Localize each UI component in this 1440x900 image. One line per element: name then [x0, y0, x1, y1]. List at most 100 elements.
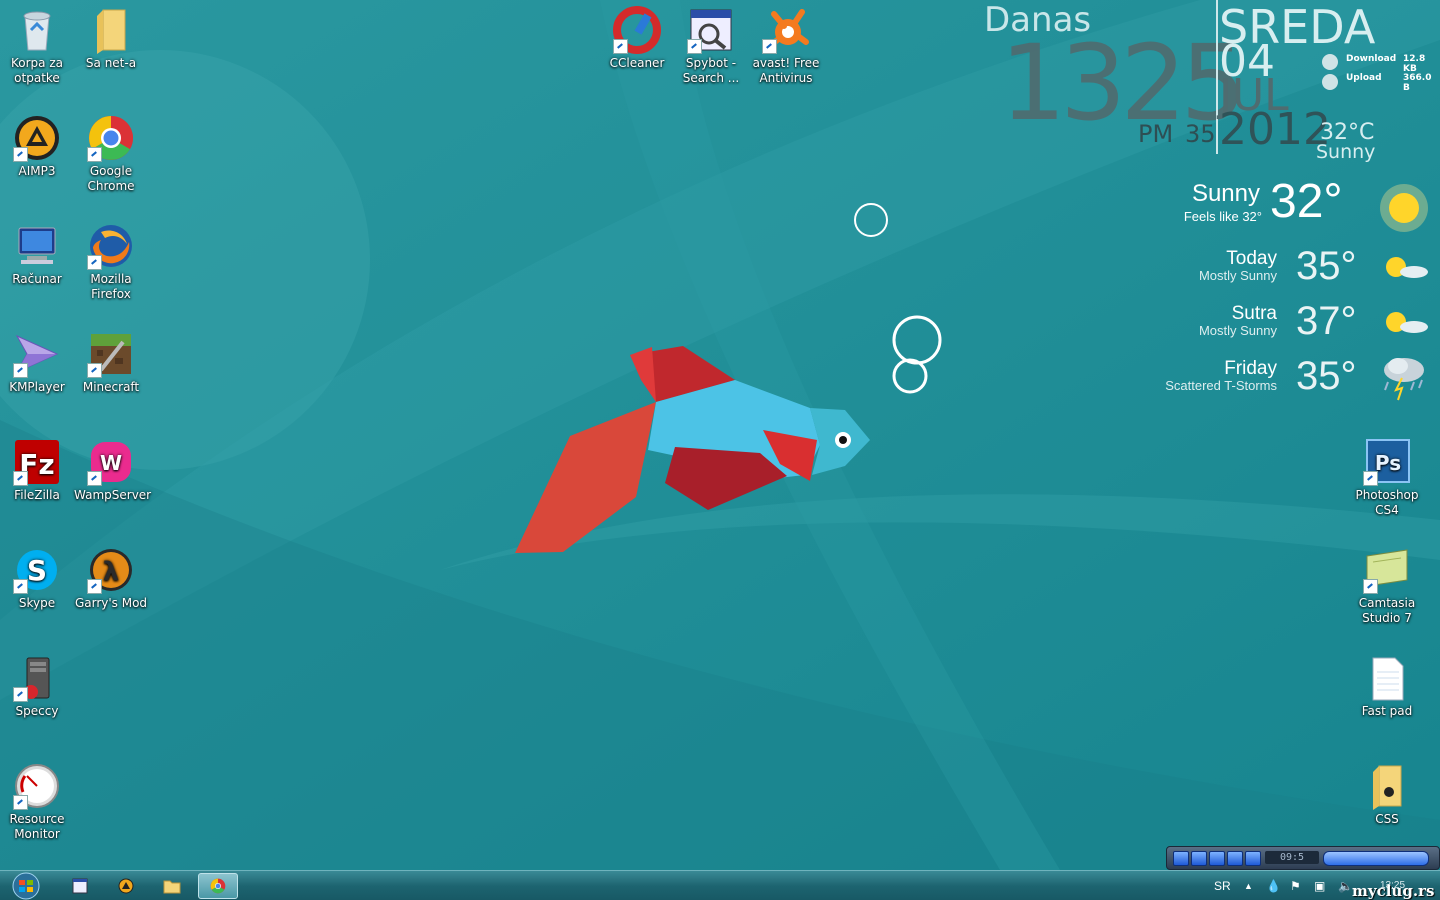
next-button[interactable]	[1245, 851, 1261, 866]
desktop-icon-spybot[interactable]: Spybot - Search ...	[674, 6, 748, 86]
svg-text:S: S	[27, 554, 47, 587]
folder-icon	[1373, 765, 1402, 810]
weather-current-temp: 32°	[1270, 175, 1343, 228]
media-player-widget: 09:5	[1166, 846, 1440, 870]
forecast-condition: Scattered T-Storms	[1165, 378, 1277, 393]
icon-label: CCleaner	[609, 56, 665, 70]
icon-label: Fast pad	[1361, 704, 1413, 718]
computer-icon	[18, 227, 56, 264]
media-time: 09:5	[1265, 851, 1319, 864]
icon-label: Google Chrome	[87, 164, 135, 193]
icon-label: avast! Free Antivirus	[752, 56, 820, 85]
taskbar-explorer-button[interactable]	[152, 873, 192, 899]
desktop-icon-wampserver[interactable]: W WampServer	[74, 438, 152, 503]
water-drop-icon[interactable]: 💧	[1266, 879, 1281, 893]
desktop-icon-fast-pad[interactable]: Fast pad	[1350, 654, 1424, 719]
weather-feels-like: Feels like 32°	[1183, 209, 1262, 224]
watermark-text: myclug.rs	[1352, 882, 1435, 900]
desktop-icon-mozilla-firefox[interactable]: Mozilla Firefox	[74, 222, 148, 302]
icon-label: AIMP3	[18, 164, 56, 178]
desktop-icon-avast[interactable]: avast! Free Antivirus	[749, 6, 823, 86]
show-hidden-icons-button[interactable]: ▲	[1244, 881, 1253, 891]
upload-label: Upload	[1346, 73, 1382, 83]
icon-label: Spybot - Search ...	[682, 56, 740, 85]
desktop-icon-garrys-mod[interactable]: λ Garry's Mod	[74, 546, 148, 611]
desktop-icon-racunar[interactable]: Računar	[0, 222, 74, 287]
icon-label: WampServer	[74, 488, 152, 502]
thunderstorm-icon	[1384, 358, 1424, 401]
stop-button[interactable]	[1209, 851, 1225, 866]
forecast-condition: Mostly Sunny	[1198, 268, 1277, 283]
forecast-day: Friday	[1224, 358, 1277, 379]
desktop-icon-recycle-bin[interactable]: Korpa za otpatke	[0, 6, 74, 86]
partly-sunny-icon	[1386, 312, 1428, 333]
icon-label: Speccy	[15, 704, 59, 718]
previous-button[interactable]	[1227, 851, 1243, 866]
svg-text:Ps: Ps	[1375, 451, 1401, 475]
forecast-temp: 37°	[1296, 299, 1357, 343]
network-icon[interactable]: ▣	[1314, 879, 1325, 893]
forecast-temp: 35°	[1296, 244, 1357, 288]
pause-button[interactable]	[1191, 851, 1207, 866]
desktop-icon-aimp3[interactable]: AIMP3	[0, 114, 74, 179]
icon-label: Resource Monitor	[9, 812, 65, 841]
icon-label: Garry's Mod	[74, 596, 148, 610]
action-center-flag-icon[interactable]: ⚑	[1290, 879, 1301, 893]
upload-value: 366.0 B	[1403, 73, 1432, 93]
desktop-icon-kmplayer[interactable]: KMPlayer	[0, 330, 74, 395]
taskbar-spybot-button[interactable]	[60, 873, 100, 899]
desktop-icon-ccleaner[interactable]: CCleaner	[600, 6, 674, 71]
icon-label: KMPlayer	[9, 380, 65, 394]
download-indicator	[1322, 54, 1338, 70]
clock-ampm: PM	[1138, 120, 1174, 148]
desktop-icon-sa-net-a[interactable]: Sa net-a	[74, 6, 148, 71]
desktop-icon-css[interactable]: CSS	[1350, 762, 1424, 827]
clock-condition: Sunny	[1316, 141, 1376, 163]
spybot-icon	[72, 878, 88, 894]
partly-sunny-icon	[1386, 257, 1428, 278]
volume-icon[interactable]: 🔈	[1338, 879, 1353, 893]
forecast-temp: 35°	[1296, 354, 1357, 398]
icon-label: Camtasia Studio 7	[1358, 596, 1416, 625]
desktop-icon-minecraft[interactable]: Minecraft	[74, 330, 148, 395]
svg-text:λ: λ	[103, 557, 119, 587]
clock-year: 2012	[1219, 104, 1331, 155]
folder-icon	[97, 9, 126, 54]
folder-icon	[163, 880, 181, 894]
sun-icon	[1380, 184, 1428, 232]
media-progress-bar[interactable]	[1323, 851, 1429, 866]
text-file-icon	[1372, 657, 1404, 701]
download-value: 12.8 KB	[1403, 54, 1426, 74]
start-button[interactable]	[6, 871, 46, 900]
icon-label: Photoshop CS4	[1355, 488, 1419, 517]
weather-current-condition: Sunny	[1191, 180, 1260, 207]
recycle-bin-icon	[23, 11, 51, 51]
download-label: Download	[1346, 54, 1397, 64]
desktop-icon-speccy[interactable]: Speccy	[0, 654, 74, 719]
aimp-icon	[118, 878, 134, 894]
desktop-icon-google-chrome[interactable]: Google Chrome	[74, 114, 148, 194]
desktop-icon-resource-monitor[interactable]: Resource Monitor	[0, 762, 74, 842]
icon-label: Skype	[18, 596, 56, 610]
desktop-icon-skype[interactable]: S Skype	[0, 546, 74, 611]
chrome-icon	[210, 878, 226, 894]
taskbar: SR ▲ 💧 ⚑ ▣ 🔈 13:25 myclug.rs	[0, 870, 1440, 900]
forecast-day: Today	[1226, 248, 1277, 269]
icon-label: CSS	[1375, 812, 1399, 826]
forecast-condition: Mostly Sunny	[1198, 323, 1277, 338]
desktop-icon-filezilla[interactable]: Fz FileZilla	[0, 438, 74, 503]
icon-label: Mozilla Firefox	[90, 272, 132, 301]
clock-seconds: 35	[1185, 120, 1216, 148]
icon-label: Korpa za otpatke	[11, 56, 63, 85]
desktop-icon-photoshop[interactable]: Ps Photoshop CS4	[1350, 438, 1424, 518]
taskbar-chrome-button[interactable]	[198, 873, 238, 899]
icon-label: Minecraft	[82, 380, 140, 394]
clock-divider	[1216, 0, 1218, 154]
taskbar-aimp-button[interactable]	[106, 873, 146, 899]
upload-indicator	[1322, 74, 1338, 90]
language-indicator[interactable]: SR	[1214, 879, 1231, 893]
desktop-icon-camtasia[interactable]: Camtasia Studio 7	[1350, 546, 1424, 626]
icon-label: Sa net-a	[85, 56, 137, 70]
icon-label: Računar	[12, 272, 62, 286]
play-button[interactable]	[1173, 851, 1189, 866]
